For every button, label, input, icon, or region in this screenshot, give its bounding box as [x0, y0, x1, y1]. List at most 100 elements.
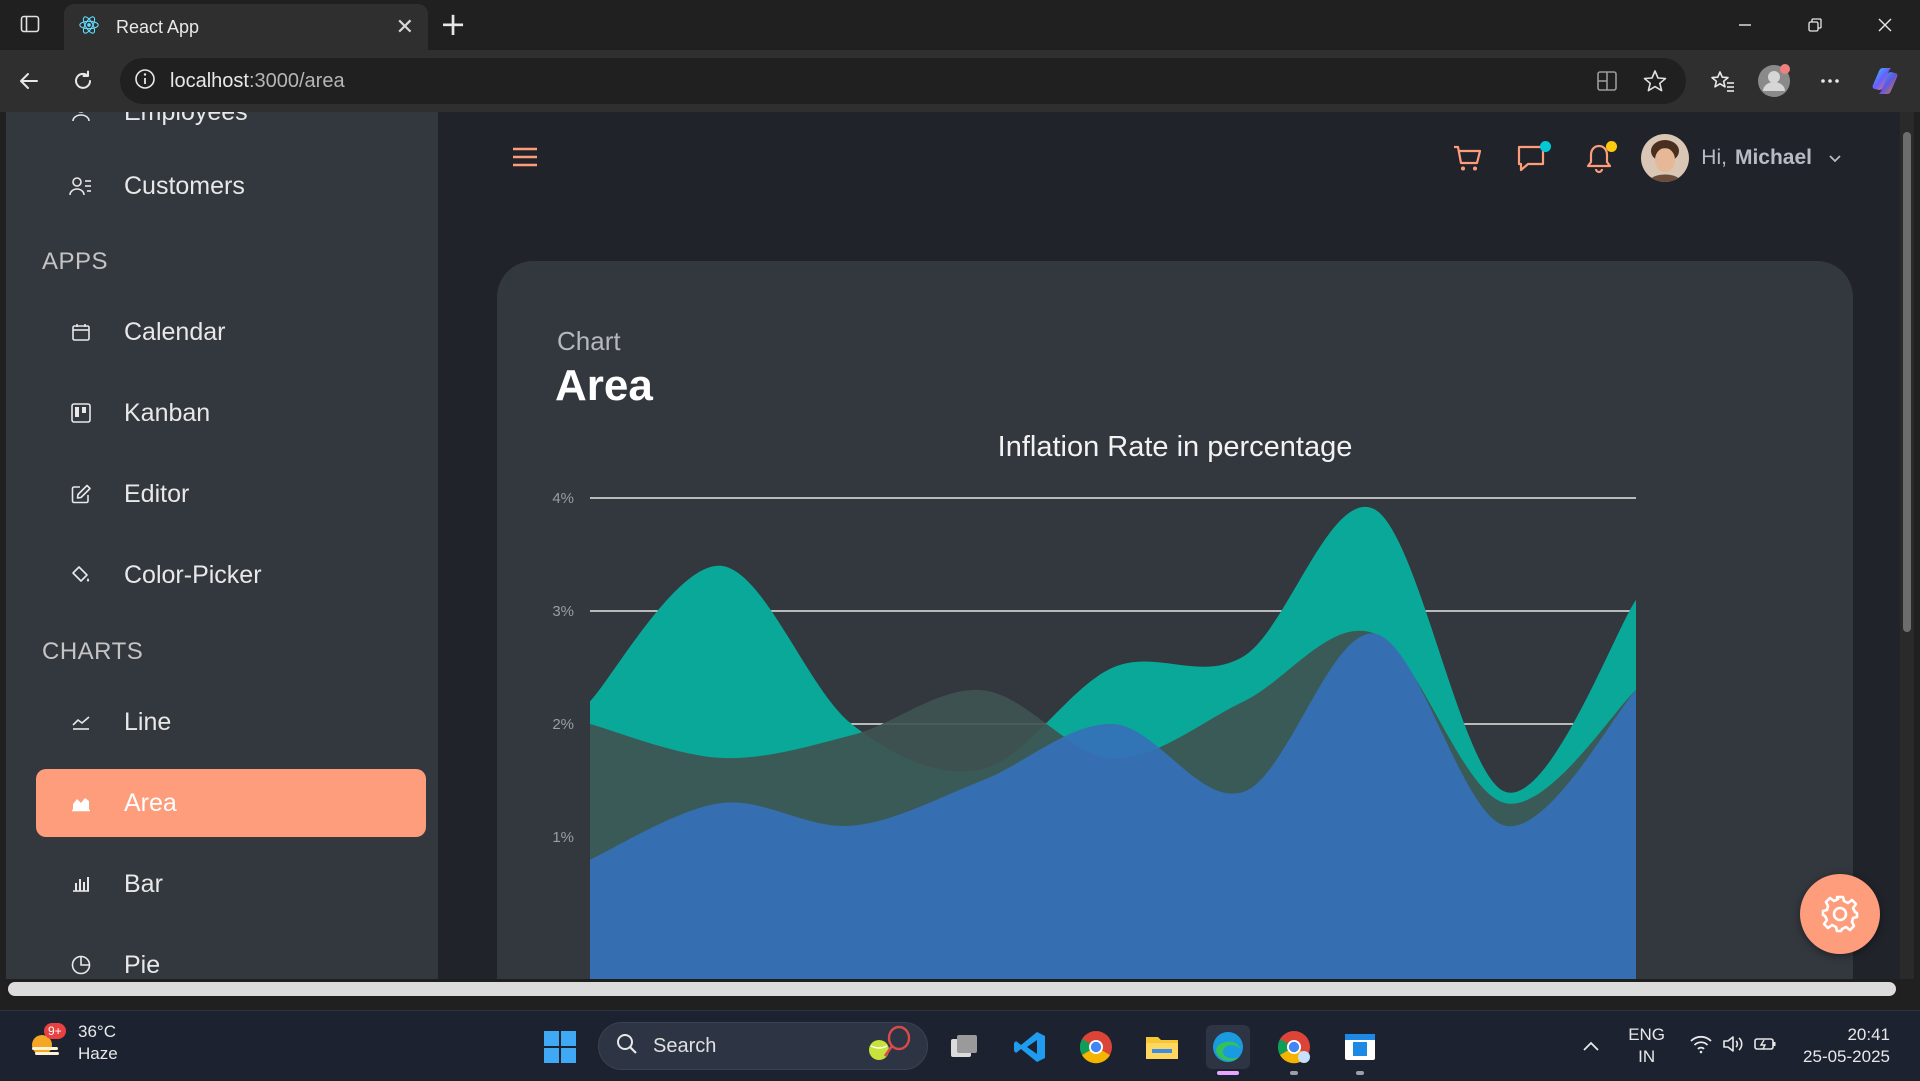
sidebar-item-employees[interactable]: Employees — [36, 112, 426, 146]
system-tray: ENG IN 20:41 25-05-2025 — [1582, 1011, 1920, 1081]
sidebar-item-label: Customers — [124, 171, 245, 200]
paint-bucket-icon — [66, 560, 96, 590]
weather-temp: 36°C — [78, 1022, 116, 1041]
volume-icon[interactable] — [1721, 1034, 1745, 1058]
browser-tab-strip: React App ✕ + — [0, 0, 1920, 50]
sidebar-item-label: Color-Picker — [124, 560, 262, 589]
window-controls — [1710, 0, 1920, 50]
page-viewport: Employees Customers APPS Calendar Kanban… — [6, 112, 1902, 979]
language-bottom: IN — [1638, 1047, 1656, 1066]
favorite-star-icon[interactable] — [1638, 64, 1672, 102]
taskbar: 9+ 36°C Haze Search ENG IN 20:41 25-05-2… — [0, 1010, 1920, 1080]
back-icon[interactable] — [12, 64, 46, 98]
tab-actions-icon[interactable] — [12, 9, 48, 39]
running-app-indicator — [1290, 1071, 1298, 1075]
sidebar-item-label: Pie — [124, 950, 161, 979]
weather-badge: 9+ — [44, 1023, 66, 1039]
site-info-icon[interactable] — [134, 68, 156, 94]
notification-bell-icon[interactable] — [1577, 136, 1621, 180]
new-tab-button[interactable]: + — [436, 8, 470, 42]
wifi-icon[interactable] — [1689, 1034, 1713, 1058]
copilot-icon[interactable] — [1868, 64, 1902, 98]
active-app-indicator — [1217, 1071, 1239, 1075]
profile-icon[interactable] — [1757, 64, 1791, 98]
sidebar-item-bar[interactable]: Bar — [36, 850, 426, 918]
start-button[interactable] — [538, 1025, 582, 1069]
sidebar-item-customers[interactable]: Customers — [36, 152, 426, 220]
more-options-icon[interactable] — [1813, 64, 1847, 98]
vscode-icon[interactable] — [1008, 1025, 1052, 1069]
address-bar[interactable]: localhost:3000/area — [120, 58, 1686, 104]
sidebar-item-label: Line — [124, 707, 172, 736]
sidebar-item-label: Area — [124, 788, 177, 817]
clock-date: 25-05-2025 — [1803, 1047, 1890, 1066]
browser-tab[interactable]: React App ✕ — [64, 4, 428, 50]
weather-icon: 9+ — [26, 1023, 66, 1063]
url-path: :3000/area — [248, 69, 345, 92]
clock[interactable]: 20:41 25-05-2025 — [1803, 1024, 1890, 1068]
restore-button[interactable] — [1780, 0, 1850, 50]
settings-button[interactable] — [1800, 874, 1880, 954]
horizontal-scrollbar-thumb[interactable] — [8, 982, 1896, 996]
menu-toggle-icon[interactable] — [508, 140, 542, 174]
close-window-button[interactable] — [1850, 0, 1920, 50]
reload-icon[interactable] — [66, 64, 100, 98]
pie-chart-icon — [66, 950, 96, 979]
sidebar-item-color-picker[interactable]: Color-Picker — [36, 541, 426, 609]
chevron-down-icon[interactable] — [1828, 149, 1842, 168]
y-tick-label: 2% — [552, 716, 574, 733]
sidebar-item-pie[interactable]: Pie — [36, 931, 426, 979]
weather-widget[interactable]: 9+ 36°C Haze — [26, 1021, 118, 1065]
sidebar-item-kanban[interactable]: Kanban — [36, 379, 426, 447]
chat-icon[interactable] — [1511, 136, 1555, 180]
main-content: Hi, Michael Chart Area Inflation Rate in… — [438, 112, 1902, 979]
language-indicator[interactable]: ENG IN — [1628, 1024, 1665, 1068]
url-host: localhost — [170, 69, 249, 92]
minimize-button[interactable] — [1710, 0, 1780, 50]
taskbar-search[interactable]: Search — [598, 1022, 928, 1070]
calendar-icon — [66, 317, 96, 347]
section-charts: CHARTS — [42, 638, 144, 665]
chart-card: Chart Area Inflation Rate in percentage … — [497, 261, 1853, 979]
search-icon — [615, 1032, 639, 1060]
sidebar-item-label: Bar — [124, 869, 163, 898]
y-tick-label: 4% — [552, 490, 574, 507]
language-top: ENG — [1628, 1025, 1666, 1044]
address-actions — [1590, 64, 1672, 102]
line-chart-icon — [66, 707, 96, 737]
sidebar-item-area[interactable]: Area — [36, 769, 426, 837]
chrome-profile-icon[interactable] — [1272, 1025, 1316, 1075]
split-screen-icon[interactable] — [1590, 64, 1624, 102]
chevron-up-icon[interactable] — [1582, 1037, 1600, 1056]
sidebar-item-line[interactable]: Line — [36, 688, 426, 756]
favorites-icon[interactable] — [1706, 64, 1740, 98]
weather-desc: Haze — [78, 1044, 118, 1063]
tab-close-icon[interactable]: ✕ — [396, 15, 414, 40]
area-chart-icon — [66, 788, 96, 818]
cart-icon[interactable] — [1445, 136, 1489, 180]
app-window-icon[interactable] — [1338, 1025, 1382, 1075]
battery-icon[interactable] — [1753, 1034, 1779, 1058]
horizontal-scrollbar[interactable] — [6, 979, 1900, 1000]
vertical-scrollbar[interactable] — [1900, 112, 1914, 979]
greeting-text[interactable]: Hi, — [1701, 146, 1727, 170]
sidebar-item-label: Kanban — [124, 398, 211, 427]
edge-icon[interactable] — [1206, 1025, 1250, 1075]
task-view-icon[interactable] — [942, 1025, 986, 1069]
area-chart: 1% 2% 3% 4% — [552, 490, 1636, 979]
file-explorer-icon[interactable] — [1140, 1025, 1184, 1069]
navbar-actions: Hi, Michael — [1423, 130, 1842, 186]
user-name[interactable]: Michael — [1735, 146, 1812, 170]
sidebar-item-label: Editor — [124, 479, 190, 508]
chrome-icon[interactable] — [1074, 1025, 1118, 1069]
sidebar-item-calendar[interactable]: Calendar — [36, 298, 426, 366]
gear-icon — [1821, 895, 1859, 933]
running-app-indicator — [1356, 1071, 1364, 1075]
bell-notification-dot — [1606, 141, 1618, 152]
section-apps: APPS — [42, 248, 109, 275]
tab-title: React App — [116, 16, 200, 37]
vertical-scrollbar-thumb[interactable] — [1903, 132, 1911, 632]
avatar[interactable] — [1641, 134, 1690, 182]
sidebar-item-editor[interactable]: Editor — [36, 460, 426, 528]
sidebar: Employees Customers APPS Calendar Kanban… — [6, 112, 438, 979]
